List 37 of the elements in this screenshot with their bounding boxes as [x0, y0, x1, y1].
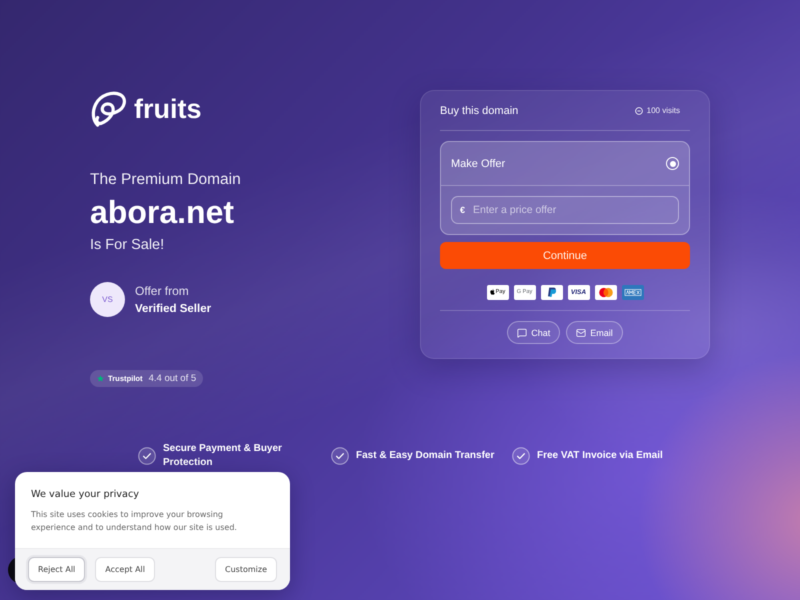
hero-tagline: Is For Sale!	[90, 236, 164, 255]
brand-name: fruits	[134, 94, 202, 124]
visits-count: 100 visits	[646, 106, 680, 115]
check-circle-icon	[138, 447, 156, 465]
apple-logo-icon	[490, 289, 495, 295]
cookie-button[interactable]: Customize	[215, 557, 277, 582]
seller-avatar: VS	[90, 282, 125, 317]
check-circle-icon	[512, 447, 530, 465]
feature-text: Fast & Easy Domain Transfer	[356, 449, 494, 463]
envelope-icon	[576, 328, 586, 338]
seller-label: Offer from	[135, 282, 190, 298]
star-icon	[97, 375, 104, 382]
currency-symbol: €	[460, 205, 466, 215]
amex-logo-icon	[622, 284, 644, 300]
rating-score: 4.4 out of 5	[148, 373, 196, 384]
feature-text: Secure Payment & Buyer Protection	[163, 442, 283, 470]
paypal-logo-icon	[540, 284, 562, 300]
continue-button[interactable]: Continue	[440, 242, 690, 269]
radio-button[interactable]	[666, 157, 679, 170]
mastercard-logo-icon	[594, 284, 616, 300]
domain-name: abora.net	[90, 194, 234, 230]
cookie-button[interactable]: Accept All	[95, 557, 155, 582]
offer-option[interactable]: Make Offer	[441, 142, 689, 186]
email-button[interactable]: Email	[566, 321, 623, 344]
card-title: Buy this domain	[440, 104, 518, 116]
hero-kicker: The Premium Domain	[90, 170, 241, 190]
cookie-title: We value your privacy	[31, 488, 140, 502]
chat-bubble-icon	[517, 328, 528, 338]
cookie-text: This site uses cookies to improve your browsing experience and to understand how our site is used.	[31, 509, 238, 534]
seller-name: Verified Seller	[135, 302, 212, 316]
feature-text: Free VAT Invoice via Email	[537, 449, 663, 463]
cookie-button[interactable]: Reject All	[28, 557, 86, 582]
option-label: Make Offer	[451, 158, 506, 170]
check-circle-icon	[331, 447, 349, 465]
chat-button[interactable]: Chat	[507, 321, 560, 344]
brand-logo-icon	[90, 89, 128, 129]
minus-circle-icon	[634, 106, 643, 114]
